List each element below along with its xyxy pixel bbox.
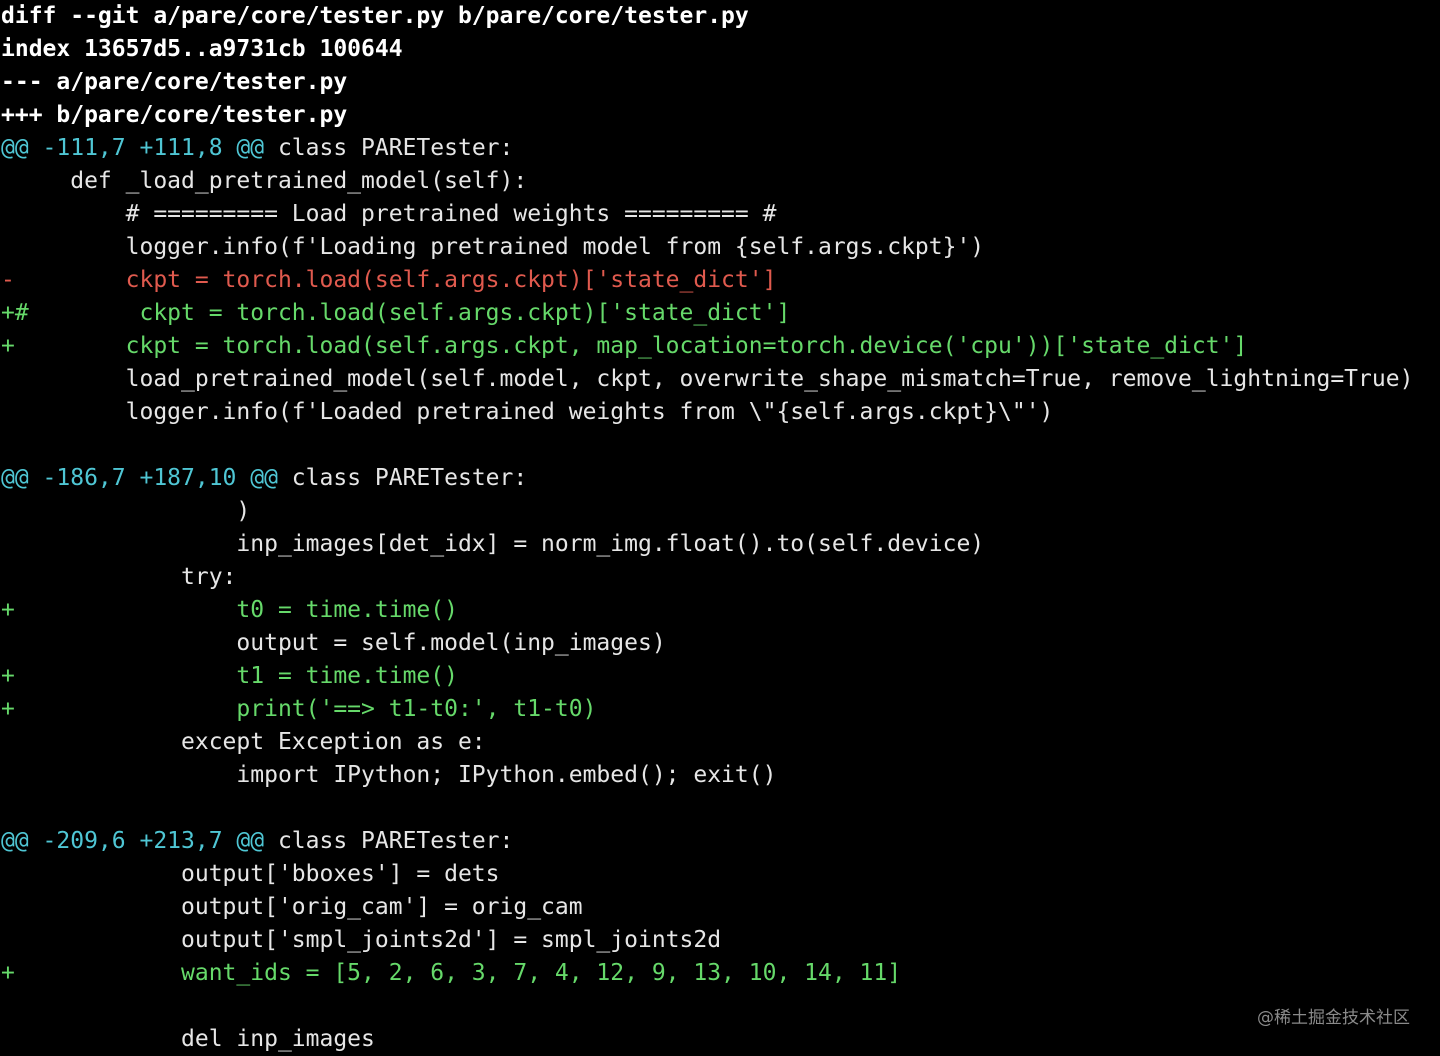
diff-context-line: output['smpl_joints2d'] = smpl_joints2d bbox=[1, 927, 722, 953]
diff-added-line: + want_ids = [5, 2, 6, 3, 7, 4, 12, 9, 1… bbox=[1, 960, 902, 986]
watermark: @稀土掘金技术社区 bbox=[1257, 1008, 1410, 1028]
diff-context-line: def _load_pretrained_model(self): bbox=[1, 168, 528, 194]
diff-meta-line: +++ b/pare/core/tester.py bbox=[1, 102, 348, 128]
diff-meta-line: --- a/pare/core/tester.py bbox=[1, 69, 348, 95]
diff-context-line bbox=[0, 429, 1440, 462]
diff-added-line: + t0 = time.time() bbox=[1, 597, 458, 623]
diff-context-line: output['bboxes'] = dets bbox=[1, 861, 500, 887]
diff-context-line: import IPython; IPython.embed(); exit() bbox=[1, 762, 777, 788]
diff-context-line: del inp_images bbox=[1, 1026, 375, 1052]
hunk-context: class PARETester: bbox=[264, 135, 514, 161]
hunk-context: class PARETester: bbox=[264, 828, 514, 854]
diff-context-line: inp_images[det_idx] = norm_img.float().t… bbox=[1, 531, 985, 557]
hunk-context: class PARETester: bbox=[277, 465, 528, 491]
diff-meta-line: index 13657d5..a9731cb 100644 bbox=[1, 36, 403, 62]
hunk-range: @@ -186,7 +187,10 @@ bbox=[1, 465, 278, 491]
diff-added-line: + t1 = time.time() bbox=[1, 663, 458, 689]
diff-hunk-header: @@ -186,7 +187,10 @@ class PARETester: bbox=[0, 462, 1440, 495]
hunk-range: @@ -209,6 +213,7 @@ bbox=[1, 828, 265, 854]
diff-context-line: # ========= Load pretrained weights ====… bbox=[1, 201, 777, 227]
diff-hunk-header: @@ -209,6 +213,7 @@ class PARETester: bbox=[0, 825, 1440, 858]
diff-context-line: output['orig_cam'] = orig_cam bbox=[1, 894, 583, 920]
diff-context-line: try: bbox=[1, 564, 237, 590]
diff-output: diff --git a/pare/core/tester.py b/pare/… bbox=[0, 0, 1440, 1056]
diff-context-line: logger.info(f'Loading pretrained model f… bbox=[1, 234, 985, 260]
diff-added-line: + print('==> t1-t0:', t1-t0) bbox=[1, 696, 597, 722]
diff-context-line: except Exception as e: bbox=[1, 729, 486, 755]
terminal-window[interactable]: diff --git a/pare/core/tester.py b/pare/… bbox=[0, 0, 1440, 1056]
diff-context-line bbox=[0, 792, 1440, 825]
diff-deleted-line: - ckpt = torch.load(self.args.ckpt)['sta… bbox=[1, 267, 777, 293]
diff-context-line: ) bbox=[1, 498, 251, 524]
diff-added-line: +# ckpt = torch.load(self.args.ckpt)['st… bbox=[1, 300, 791, 326]
diff-added-line: + ckpt = torch.load(self.args.ckpt, map_… bbox=[1, 333, 1248, 359]
diff-meta-line: diff --git a/pare/core/tester.py b/pare/… bbox=[1, 3, 749, 29]
diff-context-line bbox=[0, 990, 1440, 1023]
diff-context-line: logger.info(f'Loaded pretrained weights … bbox=[1, 399, 1054, 425]
diff-context-line: output = self.model(inp_images) bbox=[1, 630, 666, 656]
diff-hunk-header: @@ -111,7 +111,8 @@ class PARETester: bbox=[0, 132, 1440, 165]
diff-context-line: load_pretrained_model(self.model, ckpt, … bbox=[1, 366, 1414, 392]
hunk-range: @@ -111,7 +111,8 @@ bbox=[1, 135, 265, 161]
